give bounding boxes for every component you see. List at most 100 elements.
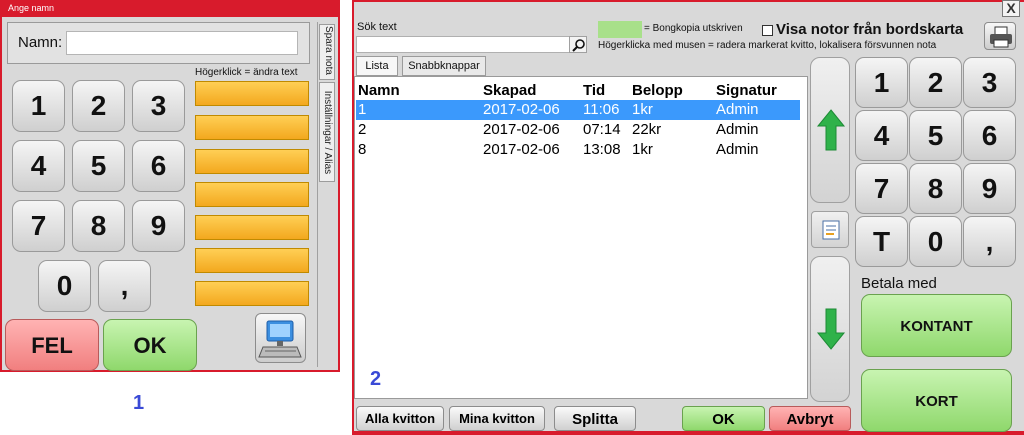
key-9[interactable]: 9: [132, 200, 185, 252]
pay-with-label: Betala med: [861, 275, 937, 292]
pad-key-9[interactable]: 9: [963, 163, 1016, 214]
tab-strip-divider: [317, 22, 318, 367]
pad-key-0[interactable]: 0: [909, 216, 962, 267]
tab-spara-nota[interactable]: Spara nota: [319, 24, 335, 80]
pad-key-t[interactable]: T: [855, 216, 908, 267]
key-4[interactable]: 4: [12, 140, 65, 192]
cell-belopp: 1kr: [632, 101, 653, 118]
column-header-tid[interactable]: Tid: [583, 82, 605, 99]
cell-skapad: 2017-02-06: [483, 121, 560, 138]
my-receipts-button[interactable]: Mina kvitton: [449, 406, 545, 431]
cancel-button-label: Avbryt: [786, 411, 834, 428]
cell-namn: 1: [358, 101, 367, 118]
split-button[interactable]: Splitta: [554, 406, 636, 431]
key-1[interactable]: 1: [12, 80, 65, 132]
table-row[interactable]: 2 2017-02-06 07:14 22kr Admin: [356, 120, 800, 140]
quick-text-button-5[interactable]: [195, 215, 309, 240]
tab-spara-nota-label: Spara nota: [322, 26, 334, 75]
cell-belopp: 22kr: [632, 121, 662, 138]
cell-namn: 2: [358, 121, 367, 138]
cell-tid: 07:14: [583, 121, 621, 138]
quick-text-button-6[interactable]: [195, 248, 309, 273]
print-button[interactable]: [984, 22, 1016, 50]
pad-key-1[interactable]: 1: [855, 57, 908, 108]
key-5[interactable]: 5: [72, 140, 125, 192]
ok-button[interactable]: OK: [103, 319, 197, 371]
tab-snabbknappar[interactable]: Snabbknappar: [402, 56, 486, 76]
key-2[interactable]: 2: [72, 80, 125, 132]
pad-key-5[interactable]: 5: [909, 110, 962, 161]
close-button[interactable]: X: [1002, 0, 1020, 17]
fel-button[interactable]: FEL: [5, 319, 99, 371]
cell-tid: 13:08: [583, 141, 621, 158]
keyboard-button[interactable]: [255, 313, 306, 363]
all-receipts-button[interactable]: Alla kvitton: [356, 406, 444, 431]
card-button[interactable]: KORT: [861, 369, 1012, 432]
cash-button[interactable]: KONTANT: [861, 294, 1012, 357]
printer-icon: [990, 26, 1012, 48]
caption-1: 1: [133, 392, 145, 414]
arrow-down-icon: [816, 308, 846, 350]
ok-confirm-label: OK: [712, 411, 735, 428]
tab-lista-label: Lista: [365, 60, 389, 72]
split-button-label: Splitta: [572, 411, 618, 428]
pad-key-4[interactable]: 4: [855, 110, 908, 161]
quick-text-button-1[interactable]: [195, 81, 309, 106]
pad-key-comma[interactable]: ,: [963, 216, 1016, 267]
key-comma[interactable]: ,: [98, 260, 151, 312]
scroll-down-button[interactable]: [810, 256, 850, 402]
search-button[interactable]: [569, 36, 587, 53]
ok-button-label: OK: [133, 333, 167, 358]
cell-signatur: Admin: [716, 121, 759, 138]
scroll-up-button[interactable]: [810, 57, 850, 203]
key-8[interactable]: 8: [72, 200, 125, 252]
cell-skapad: 2017-02-06: [483, 101, 560, 118]
key-6[interactable]: 6: [132, 140, 185, 192]
pad-key-6[interactable]: 6: [963, 110, 1016, 161]
cell-signatur: Admin: [716, 141, 759, 158]
ok-confirm-button[interactable]: OK: [682, 406, 765, 431]
tab-installningar[interactable]: Inställningar / Alias: [319, 82, 335, 182]
show-notes-label: Visa notor från bordskarta: [776, 21, 964, 38]
tab-installningar-label: Inställningar / Alias: [322, 90, 334, 175]
note-icon: [822, 220, 840, 240]
table-row[interactable]: 1 2017-02-06 11:06 1kr Admin: [356, 100, 800, 120]
cancel-button[interactable]: Avbryt: [769, 406, 851, 431]
key-7[interactable]: 7: [12, 200, 65, 252]
name-label: Namn:: [18, 34, 63, 51]
list-caption: 2: [370, 368, 382, 390]
column-header-skapad[interactable]: Skapad: [483, 82, 536, 99]
quick-text-button-7[interactable]: [195, 281, 309, 306]
tab-lista[interactable]: Lista: [356, 56, 398, 76]
hint-text: Högerklick = ändra text: [195, 67, 298, 78]
legend-text: = Bongkopia utskriven: [644, 23, 743, 34]
arrow-up-icon: [816, 109, 846, 151]
name-input[interactable]: [66, 31, 298, 55]
search-label: Sök text: [357, 21, 397, 33]
cash-button-label: KONTANT: [900, 318, 973, 335]
name-dialog-title: Ange namn: [8, 3, 55, 13]
my-receipts-label: Mina kvitton: [459, 411, 535, 426]
legend-swatch: [598, 21, 642, 38]
pad-key-7[interactable]: 7: [855, 163, 908, 214]
search-input[interactable]: [356, 36, 570, 53]
column-header-signatur[interactable]: Signatur: [716, 82, 777, 99]
table-row[interactable]: 8 2017-02-06 13:08 1kr Admin: [356, 140, 800, 160]
cell-skapad: 2017-02-06: [483, 141, 560, 158]
tab-snabbknappar-label: Snabbknappar: [408, 60, 480, 72]
all-receipts-label: Alla kvitton: [364, 411, 436, 426]
note-button[interactable]: [811, 211, 849, 248]
pad-key-8[interactable]: 8: [909, 163, 962, 214]
key-0[interactable]: 0: [38, 260, 91, 312]
key-3[interactable]: 3: [132, 80, 185, 132]
search-icon: [572, 39, 585, 52]
cell-tid: 11:06: [583, 101, 620, 118]
quick-text-button-3[interactable]: [195, 149, 309, 174]
column-header-namn[interactable]: Namn: [358, 82, 400, 99]
pad-key-2[interactable]: 2: [909, 57, 962, 108]
cell-signatur: Admin: [716, 101, 759, 118]
show-notes-checkbox[interactable]: [762, 25, 773, 36]
quick-text-button-4[interactable]: [195, 182, 309, 207]
column-header-belopp[interactable]: Belopp: [632, 82, 683, 99]
pad-key-3[interactable]: 3: [963, 57, 1016, 108]
